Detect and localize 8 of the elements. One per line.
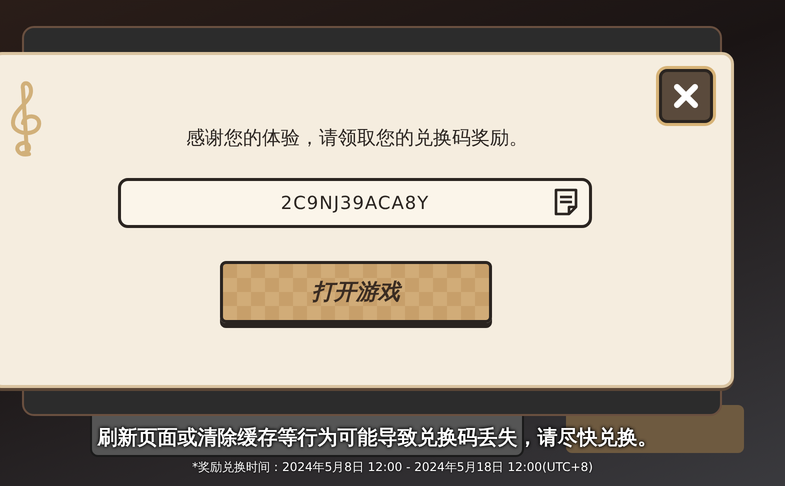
- copy-icon[interactable]: [553, 187, 579, 217]
- dialog-message: 感谢您的体验，请领取您的兑换码奖励。: [186, 126, 528, 151]
- code-field[interactable]: 2C9NJ39ACA8Y: [118, 178, 592, 228]
- warning-text: 刷新页面或清除缓存等行为可能导致兑换码丢失，请尽快兑换。: [98, 424, 658, 451]
- close-icon: [673, 83, 699, 109]
- redemption-code: 2C9NJ39ACA8Y: [280, 192, 430, 214]
- reward-time-text: *奖励兑换时间：2024年5月8日 12:00 - 2024年5月18日 12:00(UTC+8): [192, 459, 593, 476]
- close-button[interactable]: [659, 69, 713, 123]
